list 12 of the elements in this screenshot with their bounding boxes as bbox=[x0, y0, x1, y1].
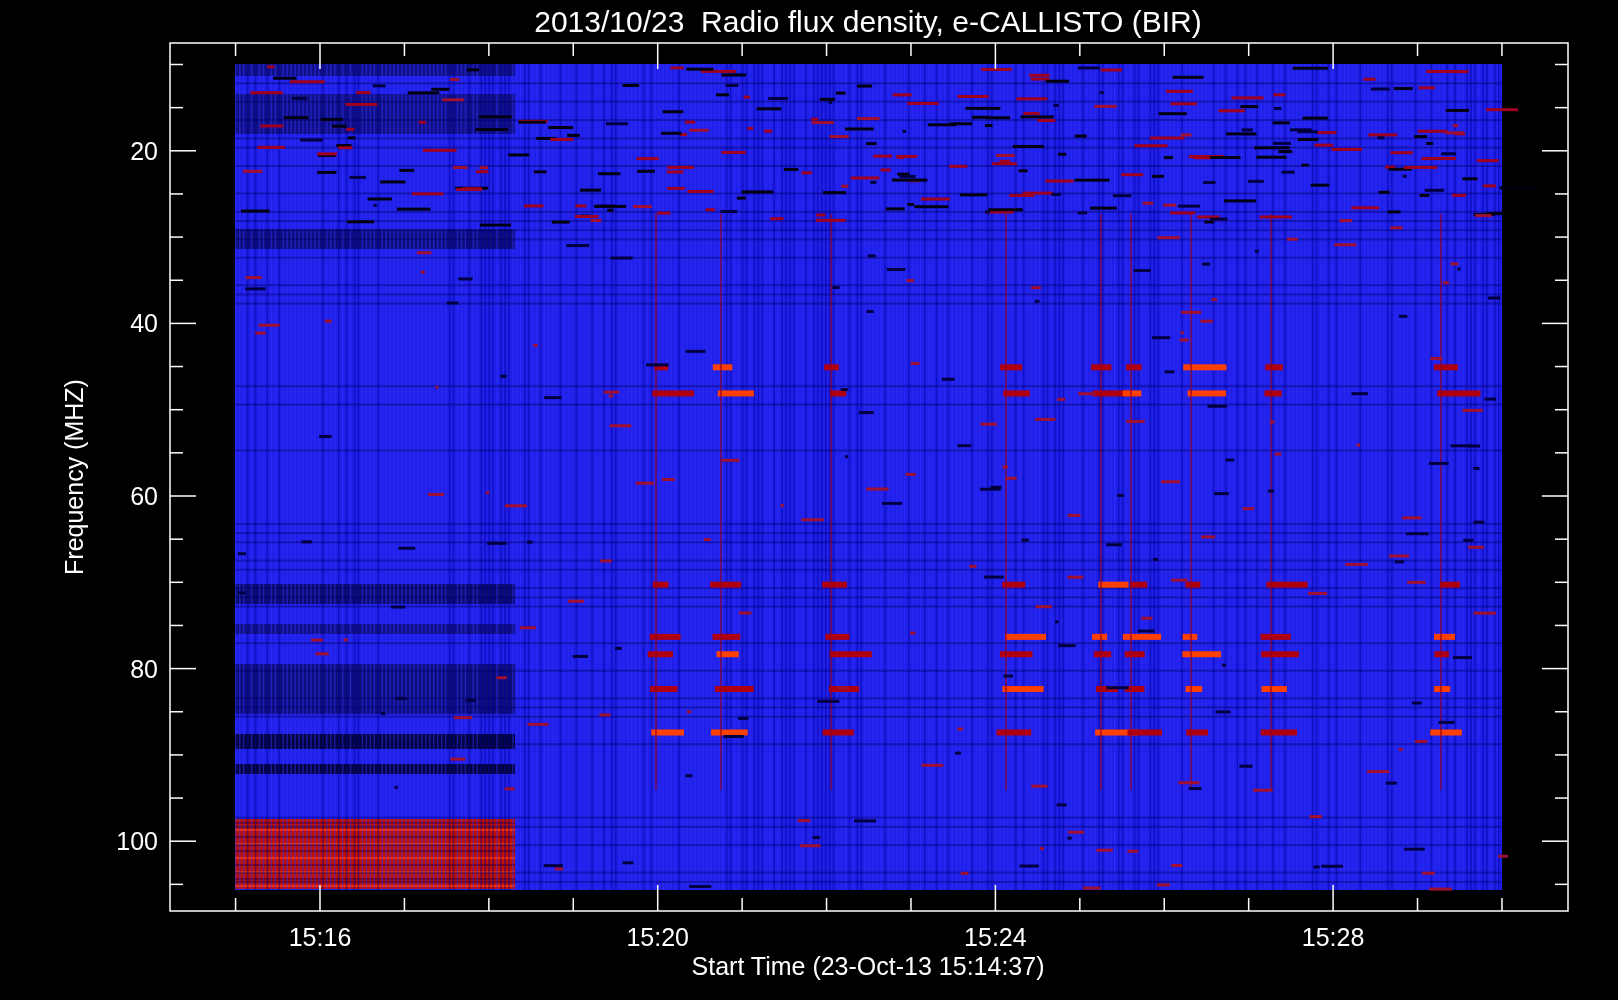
y-tick-label: 100 bbox=[116, 827, 158, 856]
x-tick-label: 15:16 bbox=[288, 923, 352, 951]
x-axis-label: Start Time (23-Oct-13 15:14:37) bbox=[691, 952, 1045, 980]
y-tick-label: 80 bbox=[130, 654, 158, 683]
y-axis-label: Frequency (MHZ) bbox=[60, 379, 88, 575]
x-tick-label: 15:20 bbox=[626, 923, 689, 951]
y-tick-label: 20 bbox=[130, 136, 158, 165]
y-tick-label: 60 bbox=[130, 482, 158, 510]
y-tick-label: 40 bbox=[130, 309, 158, 338]
chart-title: 2013/10/23 Radio flux density, e-CALLISTO (BIR) bbox=[534, 5, 1202, 38]
x-tick-label: 15:28 bbox=[1301, 923, 1365, 951]
x-tick-label: 15:24 bbox=[964, 923, 1027, 951]
